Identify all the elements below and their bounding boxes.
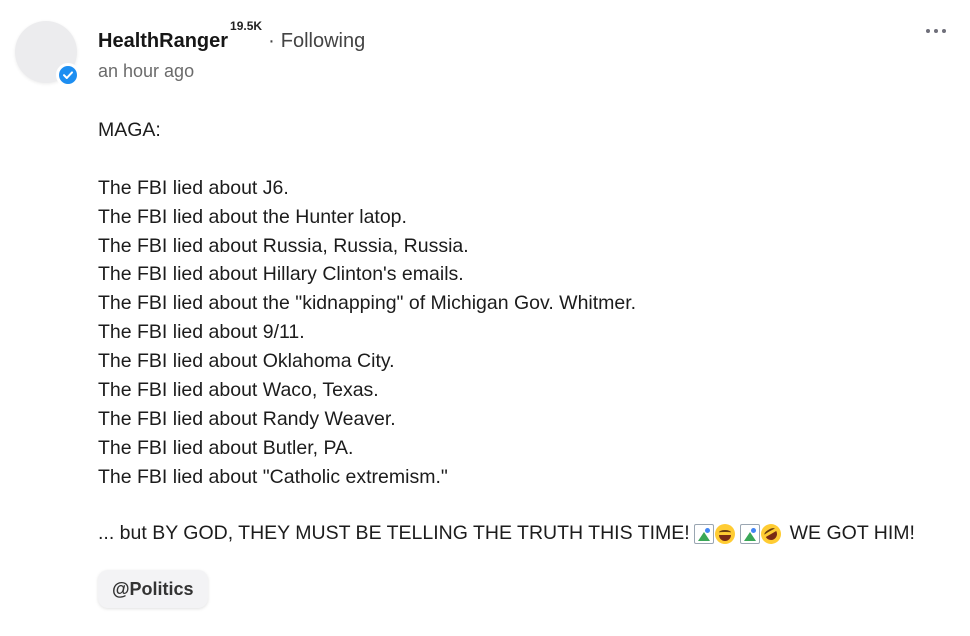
community-tag[interactable]: @Politics [98, 570, 208, 608]
rofl-emoji-icon [756, 519, 785, 548]
author-name[interactable]: HealthRanger [98, 28, 228, 54]
body-line: The FBI lied about 9/11. [98, 321, 305, 344]
more-options-icon[interactable] [926, 22, 946, 40]
laughing-emoji-icon [714, 523, 735, 544]
follow-button[interactable]: Following [281, 28, 365, 54]
body-line: The FBI lied about Randy Weaver. [98, 407, 396, 430]
post-timestamp[interactable]: an hour ago [98, 60, 194, 82]
body-line: The FBI lied about J6. [98, 176, 289, 199]
body-line: The FBI lied about Waco, Texas. [98, 379, 379, 402]
verified-badge-icon [56, 63, 80, 87]
avatar[interactable] [15, 21, 80, 87]
closing-text: ... but BY GOD, THEY MUST BE TELLING THE… [98, 522, 690, 544]
body-line: The FBI lied about Butler, PA. [98, 436, 354, 459]
post-header: HealthRanger 19.5K · Following [98, 19, 365, 54]
header-separator: · [268, 30, 275, 52]
body-line: The FBI lied about "Catholic extremism." [98, 465, 448, 488]
body-line: The FBI lied about Russia, Russia, Russi… [98, 234, 469, 257]
body-line: MAGA: [98, 119, 161, 141]
body-line: The FBI lied about Hillary Clinton's ema… [98, 263, 464, 286]
post-card: HealthRanger 19.5K · Following an hour a… [0, 0, 970, 636]
post-body: MAGA: The FBI lied about J6. The FBI lied … [98, 116, 948, 492]
post-closing-line: ... but BY GOD, THEY MUST BE TELLING THE… [98, 519, 915, 548]
follower-count: 19.5K [230, 19, 263, 33]
broken-image-icon [739, 523, 760, 544]
body-line: The FBI lied about the Hunter latop. [98, 205, 407, 228]
body-line: The FBI lied about Oklahoma City. [98, 350, 395, 373]
closing-tail-text: WE GOT HIM! [789, 522, 915, 544]
broken-image-icon [693, 523, 714, 544]
body-line: The FBI lied about the "kidnapping" of M… [98, 292, 637, 315]
